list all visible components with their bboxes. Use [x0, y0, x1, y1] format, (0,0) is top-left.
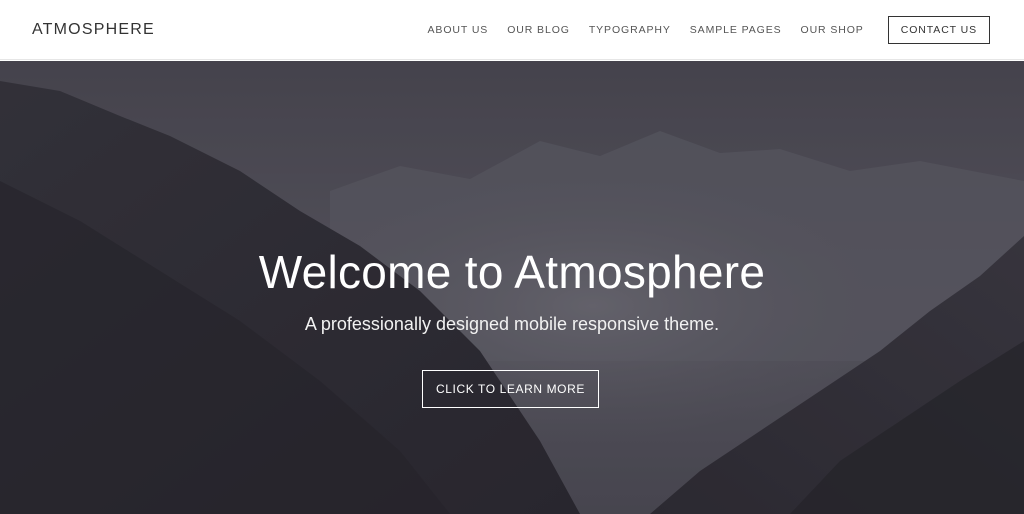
site-title-link[interactable]: ATMOSPHERE [32, 21, 155, 39]
nav-item-about-us[interactable]: ABOUT US [428, 24, 489, 36]
nav-item-typography[interactable]: TYPOGRAPHY [589, 24, 671, 36]
nav-item-sample-pages[interactable]: SAMPLE PAGES [690, 24, 782, 36]
nav-item-our-shop[interactable]: OUR SHOP [801, 24, 864, 36]
site-header: ATMOSPHERE ABOUT US OUR BLOG TYPOGRAPHY … [0, 0, 1024, 60]
hero-content: Welcome to Atmosphere A professionally d… [0, 61, 1024, 514]
learn-more-button[interactable]: CLICK TO LEARN MORE [422, 370, 599, 408]
nav-item-our-blog[interactable]: OUR BLOG [507, 24, 570, 36]
page: ATMOSPHERE ABOUT US OUR BLOG TYPOGRAPHY … [0, 0, 1024, 514]
primary-nav: ABOUT US OUR BLOG TYPOGRAPHY SAMPLE PAGE… [409, 15, 990, 44]
hero-subtitle: A professionally designed mobile respons… [304, 314, 720, 334]
hero-section: Welcome to Atmosphere A professionally d… [0, 61, 1024, 514]
hero-title: Welcome to Atmosphere [258, 246, 766, 298]
contact-us-button[interactable]: CONTACT US [887, 15, 990, 44]
